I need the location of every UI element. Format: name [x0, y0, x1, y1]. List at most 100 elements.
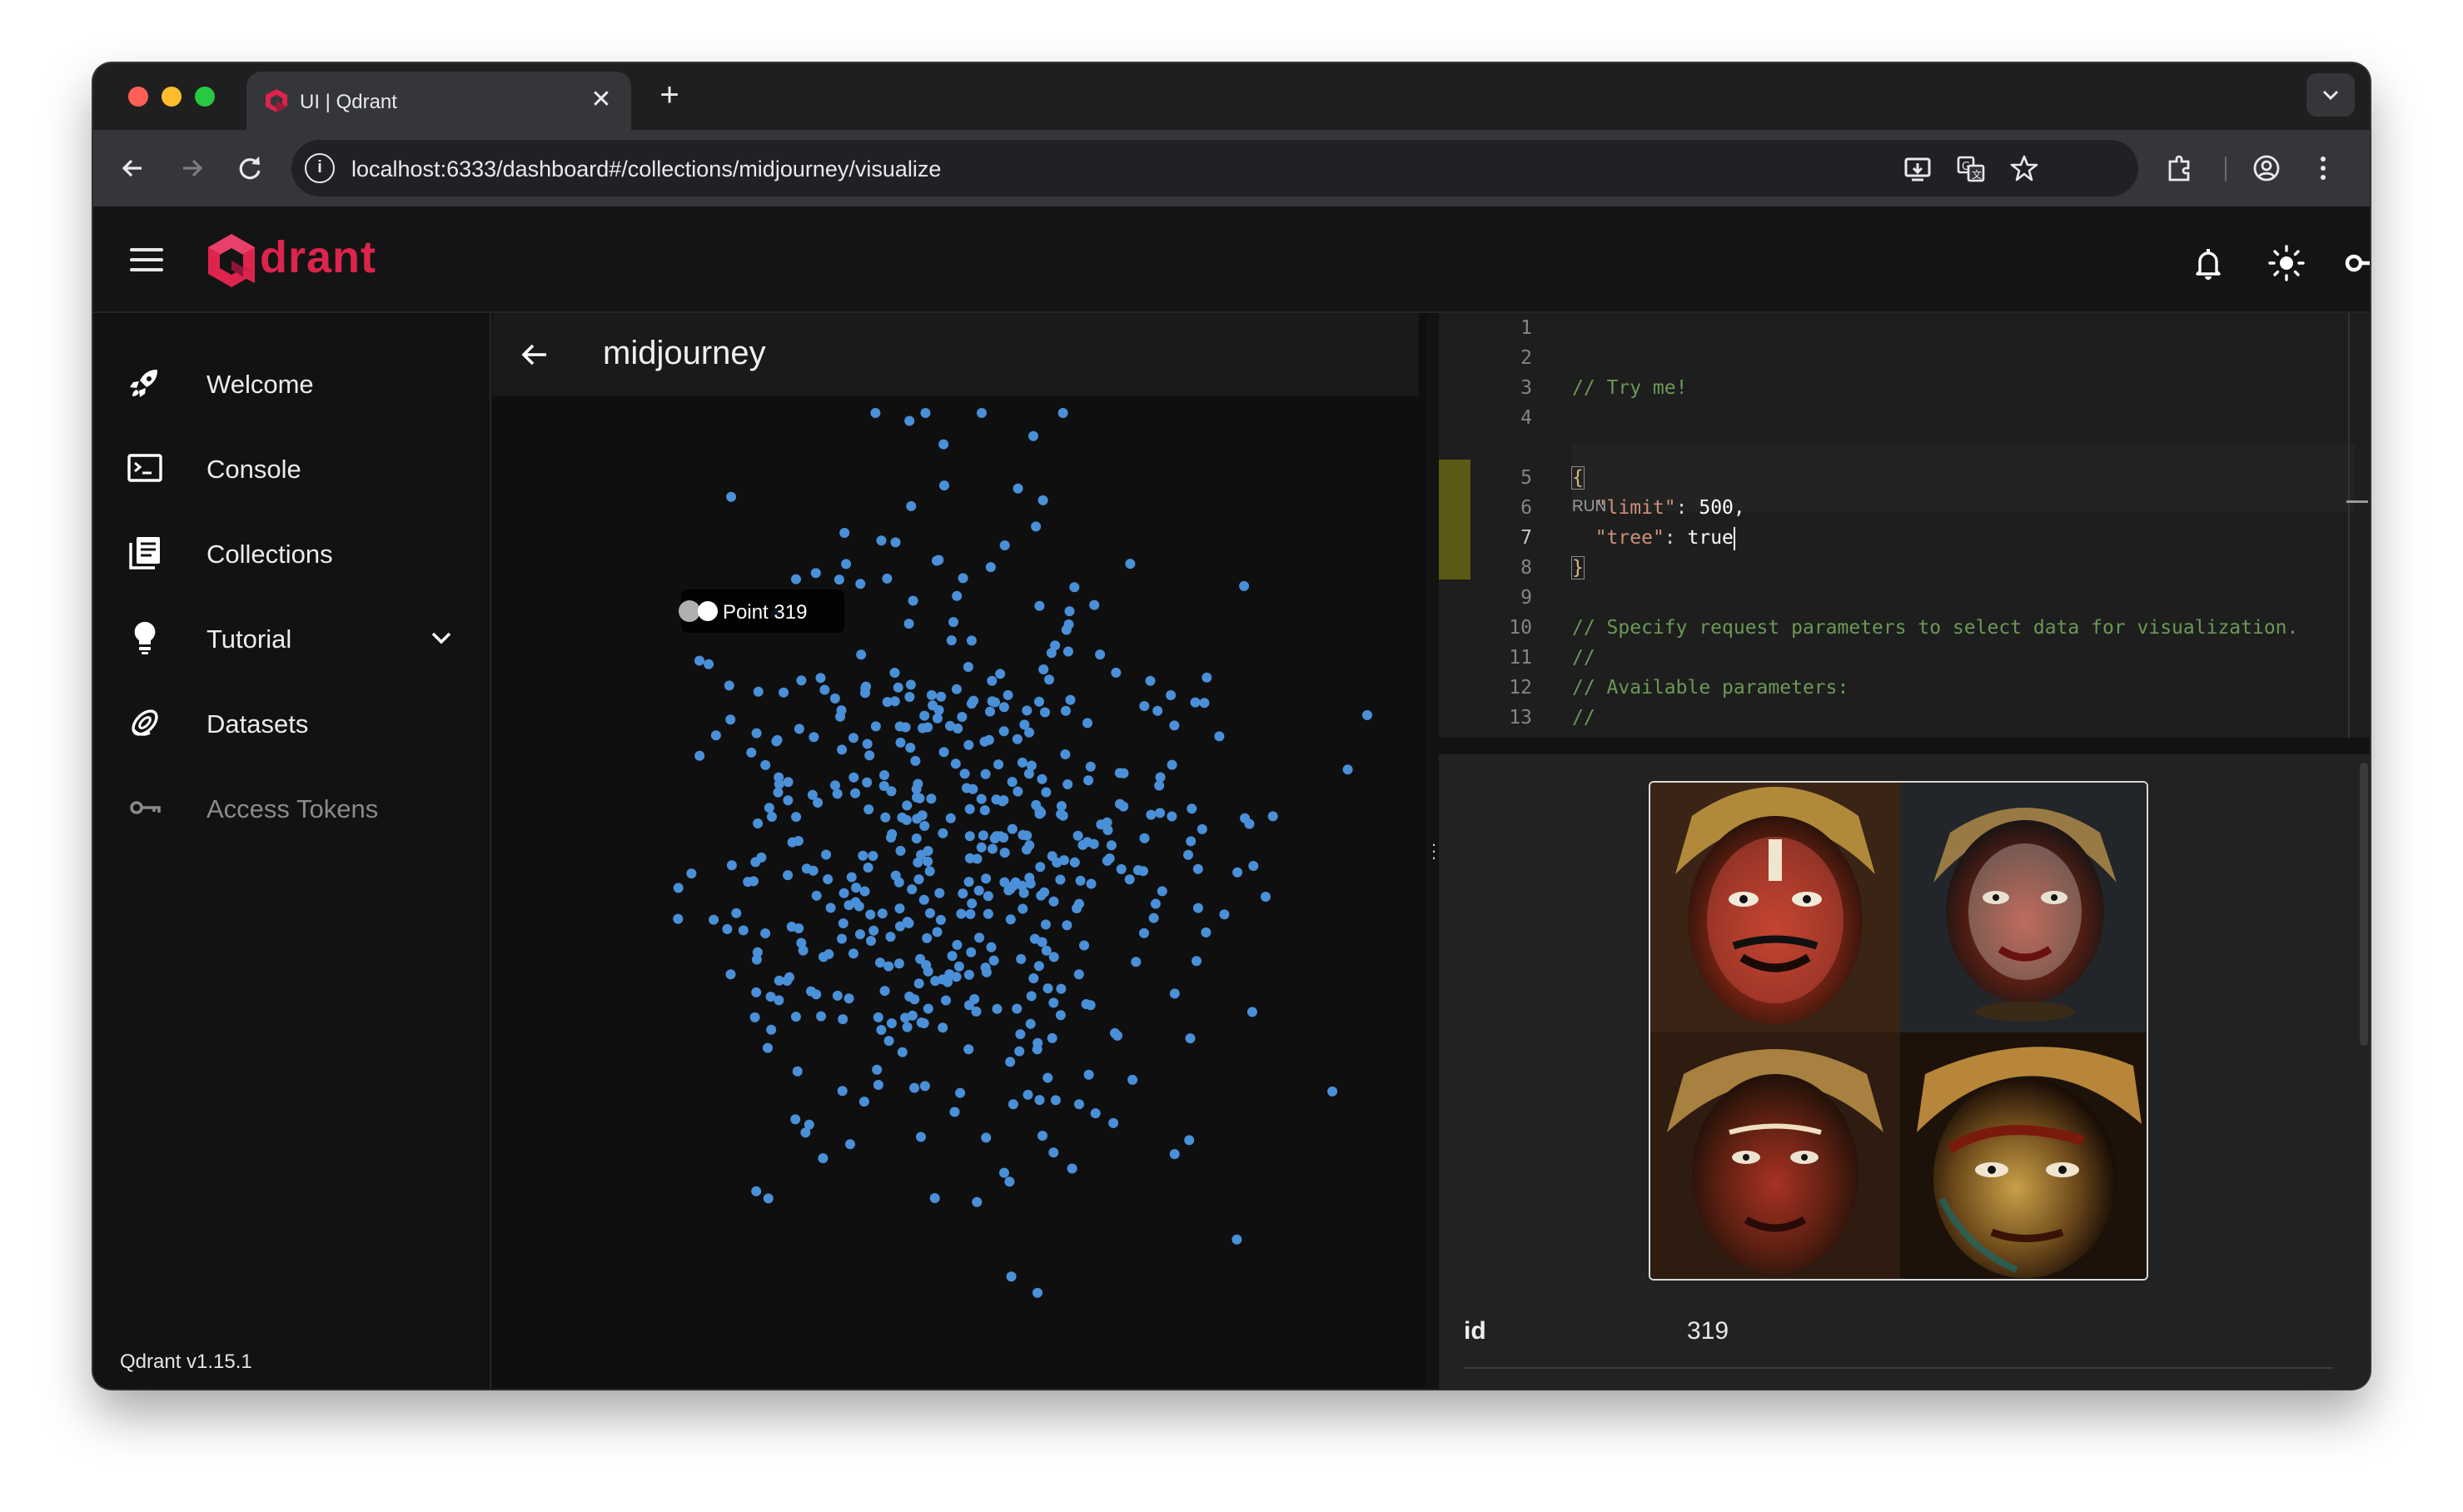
data-point[interactable]	[1015, 1029, 1026, 1040]
data-point[interactable]	[877, 908, 888, 919]
data-point[interactable]	[941, 995, 951, 1006]
data-point[interactable]	[1201, 927, 1212, 938]
data-point[interactable]	[1048, 952, 1059, 962]
code-line[interactable]: 5{	[1439, 463, 2370, 493]
data-point[interactable]	[794, 923, 804, 933]
data-point[interactable]	[988, 843, 998, 854]
data-point[interactable]	[1037, 1131, 1047, 1141]
data-point[interactable]	[1004, 1176, 1015, 1187]
data-point[interactable]	[1060, 749, 1071, 759]
data-point[interactable]	[1034, 696, 1044, 707]
data-point[interactable]	[977, 408, 987, 418]
data-point[interactable]	[894, 903, 905, 914]
data-point[interactable]	[866, 936, 876, 946]
data-point[interactable]	[1146, 809, 1157, 820]
data-point[interactable]	[1186, 836, 1197, 847]
data-point[interactable]	[953, 961, 964, 972]
browser-tab[interactable]: UI | Qdrant ✕	[246, 72, 631, 130]
data-point[interactable]	[992, 1003, 1003, 1014]
minimize-window-button[interactable]	[162, 87, 182, 107]
data-point[interactable]	[1145, 675, 1156, 686]
data-point[interactable]	[686, 868, 697, 879]
data-point[interactable]	[853, 901, 864, 912]
data-point[interactable]	[978, 830, 988, 841]
data-point[interactable]	[846, 872, 857, 883]
data-point[interactable]	[955, 1087, 966, 1098]
data-point[interactable]	[963, 662, 973, 672]
data-point[interactable]	[1065, 694, 1076, 705]
data-point[interactable]	[923, 1003, 933, 1014]
data-point[interactable]	[829, 693, 840, 704]
data-point[interactable]	[906, 500, 917, 511]
data-point[interactable]	[879, 986, 890, 997]
data-point[interactable]	[882, 697, 893, 708]
code-line[interactable]: 12 // Available parameters:	[1439, 673, 2370, 703]
data-point[interactable]	[999, 848, 1010, 858]
data-point[interactable]	[902, 800, 913, 811]
data-point[interactable]	[966, 947, 977, 957]
data-point[interactable]	[987, 696, 998, 707]
data-point[interactable]	[870, 408, 881, 418]
data-point[interactable]	[1067, 1163, 1077, 1174]
data-point[interactable]	[1125, 559, 1136, 569]
sidebar-item-welcome[interactable]: Welcome	[93, 350, 491, 416]
forward-button[interactable]	[172, 148, 211, 188]
data-point[interactable]	[1085, 761, 1096, 772]
data-point[interactable]	[830, 780, 840, 791]
data-point[interactable]	[1157, 886, 1167, 897]
data-point[interactable]	[963, 739, 974, 750]
data-point[interactable]	[913, 778, 923, 789]
data-point[interactable]	[710, 730, 721, 741]
data-point[interactable]	[985, 706, 995, 717]
data-point[interactable]	[1327, 1086, 1338, 1097]
data-point[interactable]	[1116, 863, 1127, 874]
data-point[interactable]	[1248, 861, 1259, 871]
data-point[interactable]	[1132, 865, 1143, 876]
data-point[interactable]	[938, 747, 949, 758]
data-point[interactable]	[959, 768, 970, 779]
data-point[interactable]	[1029, 933, 1040, 944]
data-point[interactable]	[1150, 898, 1161, 909]
data-point[interactable]	[948, 617, 958, 628]
data-point[interactable]	[763, 1042, 773, 1053]
data-point[interactable]	[751, 728, 762, 739]
data-point[interactable]	[1108, 1117, 1119, 1128]
data-point[interactable]	[926, 793, 937, 804]
data-point[interactable]	[1037, 495, 1048, 505]
data-point[interactable]	[863, 804, 874, 815]
data-point[interactable]	[1048, 997, 1059, 1008]
notifications-button[interactable]	[2185, 240, 2232, 286]
data-point[interactable]	[946, 635, 957, 646]
data-point[interactable]	[1219, 909, 1230, 920]
data-point[interactable]	[726, 860, 737, 871]
data-point[interactable]	[796, 938, 807, 948]
data-point[interactable]	[890, 870, 901, 881]
qdrant-logo-icon[interactable]	[205, 231, 263, 290]
data-point[interactable]	[1050, 640, 1061, 651]
data-point[interactable]	[870, 721, 881, 732]
data-point[interactable]	[897, 1047, 908, 1057]
data-point[interactable]	[1012, 734, 1023, 744]
data-point[interactable]	[839, 528, 850, 538]
data-point[interactable]	[953, 724, 963, 734]
data-point[interactable]	[816, 1011, 827, 1022]
data-point[interactable]	[1152, 705, 1163, 716]
data-point[interactable]	[880, 812, 891, 823]
data-point[interactable]	[1082, 718, 1092, 729]
data-point[interactable]	[1075, 875, 1086, 886]
data-point[interactable]	[915, 953, 926, 964]
data-point[interactable]	[843, 993, 854, 1004]
data-point[interactable]	[783, 777, 794, 788]
data-point[interactable]	[1190, 697, 1201, 708]
data-point[interactable]	[749, 1012, 760, 1022]
data-point[interactable]	[933, 555, 944, 565]
data-point[interactable]	[1022, 705, 1032, 716]
data-point[interactable]	[981, 1132, 992, 1143]
data-point[interactable]	[944, 969, 955, 980]
data-point[interactable]	[809, 732, 819, 743]
data-point[interactable]	[903, 619, 914, 629]
data-point[interactable]	[1111, 667, 1122, 678]
data-point[interactable]	[851, 883, 862, 893]
data-point[interactable]	[1022, 830, 1032, 841]
data-point[interactable]	[792, 1066, 803, 1077]
